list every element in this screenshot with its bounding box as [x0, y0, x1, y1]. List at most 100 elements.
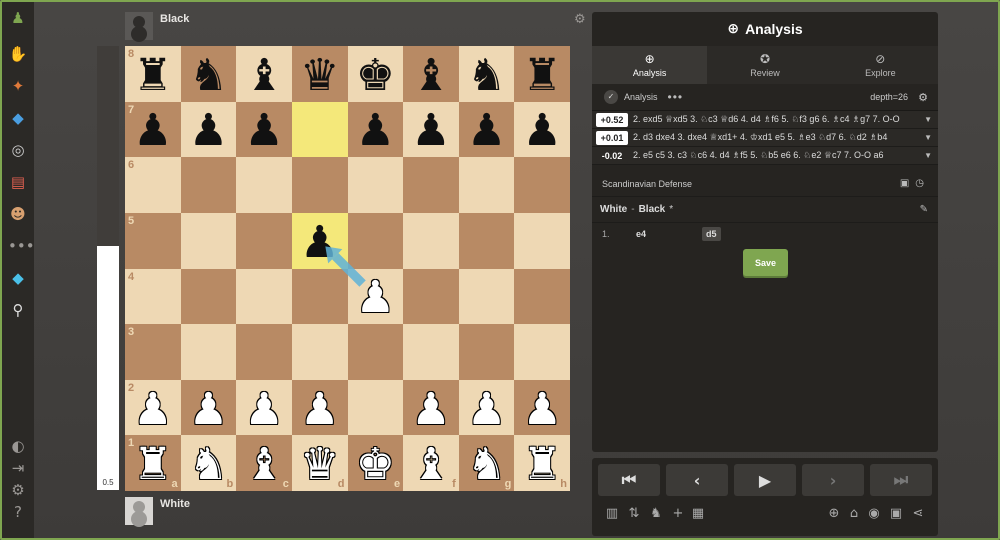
square-d1[interactable]: d ♛ [291, 435, 348, 491]
pawn-logo-icon[interactable]: ♟ [8, 8, 28, 28]
square-d6[interactable] [291, 157, 348, 213]
square-c5[interactable] [236, 212, 292, 269]
learn-icon[interactable]: ◆ [8, 108, 28, 128]
square-b3[interactable] [180, 324, 237, 380]
square-a7[interactable]: 7 ♟ [125, 101, 181, 158]
square-b1[interactable]: b ♞ [180, 435, 237, 491]
square-a8[interactable]: 8 ♜ [125, 46, 181, 102]
square-g7[interactable]: ♟ [458, 101, 515, 158]
black-pawn-icon[interactable]: ♟ [411, 109, 450, 153]
square-f4[interactable] [403, 268, 459, 325]
white-knight-icon[interactable]: ♞ [467, 443, 506, 487]
piece-setup-icon[interactable]: ♞ [648, 506, 664, 521]
black-bishop-icon[interactable]: ♝ [411, 53, 450, 98]
square-g1[interactable]: g ♞ [458, 435, 515, 491]
add-icon[interactable]: + [670, 506, 686, 521]
white-pawn-icon[interactable]: ♟ [300, 387, 339, 432]
black-queen-icon[interactable]: ♛ [300, 53, 339, 98]
square-a2[interactable]: 2 ♟ [125, 379, 181, 436]
edit-icon[interactable]: ✎ [920, 204, 928, 215]
square-b6[interactable] [180, 157, 237, 213]
square-d2[interactable]: ♟ [291, 379, 348, 436]
white-bishop-icon[interactable]: ♝ [244, 443, 283, 487]
white-king-icon[interactable]: ♚ [356, 443, 395, 487]
share-icon[interactable]: ⋖ [910, 506, 926, 521]
black-rook-icon[interactable]: ♜ [133, 53, 172, 98]
white-knight-icon[interactable]: ♞ [189, 443, 228, 487]
square-a1[interactable]: 1 a ♜ [125, 435, 181, 491]
theme-icon[interactable]: ◐ [8, 436, 28, 456]
square-c3[interactable] [236, 324, 292, 380]
more-options-icon[interactable]: ••• [668, 90, 684, 104]
square-d5[interactable]: ♟ [291, 212, 348, 269]
black-pawn-icon[interactable]: ♟ [189, 109, 228, 153]
square-d4[interactable] [291, 268, 348, 325]
black-king-icon[interactable]: ♚ [356, 53, 395, 98]
first-move-button[interactable]: ⏮ [598, 464, 660, 496]
play-button[interactable]: ▶ [734, 464, 796, 496]
white-pawn-icon[interactable]: ♟ [133, 387, 172, 432]
tab-review[interactable]: ✪ Review [707, 46, 823, 84]
square-g5[interactable] [458, 212, 515, 269]
white-rook-icon[interactable]: ♜ [522, 443, 561, 487]
save-button[interactable]: Save [743, 249, 788, 276]
square-f6[interactable] [403, 157, 459, 213]
chevron-down-icon[interactable]: ▼ [918, 115, 932, 124]
square-h2[interactable]: ♟ [514, 379, 570, 436]
black-knight-icon[interactable]: ♞ [467, 53, 506, 98]
square-d3[interactable] [291, 324, 348, 380]
square-e5[interactable] [347, 212, 404, 269]
square-c7[interactable]: ♟ [236, 101, 292, 158]
help-icon[interactable]: ? [8, 502, 28, 522]
diamond-icon[interactable]: ◆ [8, 268, 28, 288]
engine-line[interactable]: -0.02 2. e5 c5 3. c3 ♘c6 4. d4 ♗f5 5. ♘b… [592, 147, 938, 165]
zoom-icon[interactable]: ⊕ [826, 506, 842, 521]
black-pawn-icon[interactable]: ♟ [467, 109, 506, 153]
next-move-button[interactable]: › [802, 464, 864, 496]
black-pawn-icon[interactable]: ♟ [356, 109, 395, 153]
square-b2[interactable]: ♟ [180, 379, 237, 436]
black-bishop-icon[interactable]: ♝ [244, 53, 283, 98]
square-h5[interactable] [514, 212, 570, 269]
square-c6[interactable] [236, 157, 292, 213]
square-e1[interactable]: e ♚ [347, 435, 404, 491]
chevron-down-icon[interactable]: ▼ [918, 133, 932, 142]
square-a4[interactable]: 4 [125, 268, 181, 325]
black-pawn-icon[interactable]: ♟ [244, 109, 283, 153]
square-f1[interactable]: f ♝ [403, 435, 459, 491]
square-c4[interactable] [236, 268, 292, 325]
black-move[interactable]: d5 [702, 227, 721, 241]
social-icon[interactable]: ☻ [8, 204, 28, 224]
camera-icon[interactable]: ▣ [888, 506, 904, 521]
board-editor-icon[interactable]: ▦ [690, 506, 706, 521]
square-g8[interactable]: ♞ [458, 46, 515, 102]
book-icon[interactable]: ▣ [900, 178, 915, 189]
square-a6[interactable]: 6 [125, 157, 181, 213]
square-c8[interactable]: ♝ [236, 46, 292, 102]
square-h3[interactable] [514, 324, 570, 380]
white-pawn-icon[interactable]: ♟ [522, 387, 561, 432]
white-bishop-icon[interactable]: ♝ [411, 443, 450, 487]
square-g3[interactable] [458, 324, 515, 380]
black-rook-icon[interactable]: ♜ [522, 53, 561, 98]
white-pawn-icon[interactable]: ♟ [356, 276, 395, 320]
square-h6[interactable] [514, 157, 570, 213]
watch-icon[interactable]: ◎ [8, 140, 28, 160]
square-g6[interactable] [458, 157, 515, 213]
square-b5[interactable] [180, 212, 237, 269]
square-f3[interactable] [403, 324, 459, 380]
black-pawn-icon[interactable]: ♟ [522, 109, 561, 153]
square-b8[interactable]: ♞ [180, 46, 237, 102]
chess-board[interactable]: 8 ♜ ♞ ♝ ♛ ♚ ♝ ♞ ♜ 7 ♟ ♟ ♟ ♟ ♟ ♟ ♟ 6 5 ♟ 4 ♟ 3 2 ♟ ♟ ♟ ♟ ♟ ♟ ♟ 1 a ♜ b ♞ c ♝ d ♛… [125, 46, 570, 491]
square-a5[interactable]: 5 [125, 212, 181, 269]
square-h1[interactable]: h ♜ [514, 435, 570, 491]
board-settings-gear-icon[interactable]: ⚙ [574, 12, 586, 27]
white-pawn-icon[interactable]: ♟ [244, 387, 283, 432]
target-icon[interactable]: ◉ [866, 506, 882, 521]
clock-icon[interactable]: ◷ [915, 178, 930, 189]
square-c2[interactable]: ♟ [236, 379, 292, 436]
square-f8[interactable]: ♝ [403, 46, 459, 102]
square-h4[interactable] [514, 268, 570, 325]
login-icon[interactable]: ⇥ [8, 458, 28, 478]
search-icon[interactable]: ⚲ [8, 300, 28, 320]
